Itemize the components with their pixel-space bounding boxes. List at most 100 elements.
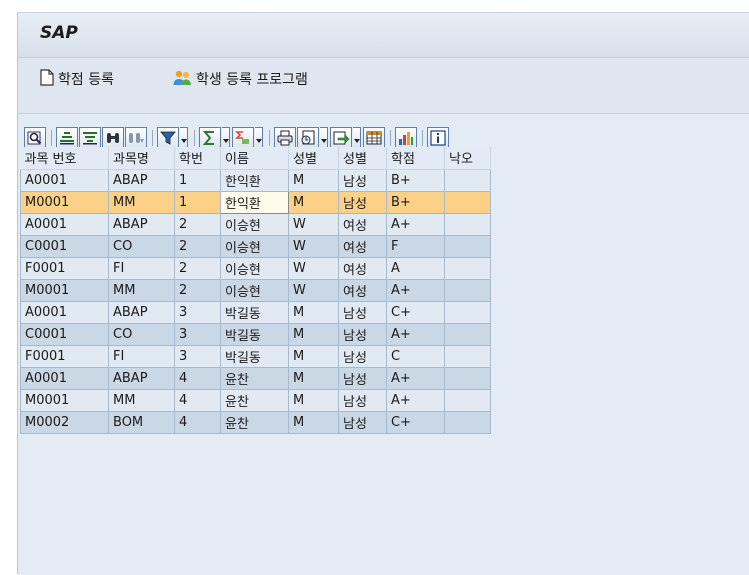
- views-dropdown[interactable]: [320, 127, 328, 149]
- table-row[interactable]: F0001 FI 3 박길동 M 남성 C: [20, 344, 491, 368]
- table-cell[interactable]: [444, 168, 491, 192]
- table-row[interactable]: A0001 ABAP 3 박길동 M 남성 C+: [20, 300, 491, 324]
- table-cell[interactable]: 남성: [338, 322, 387, 346]
- table-cell[interactable]: 이승현: [220, 234, 289, 258]
- subtotal-dropdown[interactable]: [255, 127, 263, 149]
- table-cell[interactable]: ABAP: [108, 168, 175, 192]
- table-cell[interactable]: ABAP: [108, 212, 175, 236]
- table-cell[interactable]: 여성: [338, 234, 387, 258]
- table-cell[interactable]: 남성: [338, 388, 387, 412]
- table-cell[interactable]: A0001: [20, 168, 109, 192]
- filter-icon[interactable]: [157, 127, 179, 149]
- table-cell[interactable]: FI: [108, 256, 175, 280]
- table-cell[interactable]: C+: [386, 410, 445, 434]
- table-cell[interactable]: M: [288, 388, 339, 412]
- graphic-icon[interactable]: [395, 127, 417, 149]
- print-icon[interactable]: [274, 127, 296, 149]
- table-cell[interactable]: [444, 234, 491, 258]
- table-cell[interactable]: A0001: [20, 300, 109, 324]
- table-cell[interactable]: W: [288, 278, 339, 302]
- table-cell[interactable]: C: [386, 344, 445, 368]
- table-cell[interactable]: 4: [174, 410, 221, 434]
- total-dropdown[interactable]: [222, 127, 230, 149]
- table-cell[interactable]: F0001: [20, 344, 109, 368]
- table-cell[interactable]: 2: [174, 234, 221, 258]
- table-row[interactable]: M0001 MM 2 이승현 W 여성 A+: [20, 278, 491, 302]
- export-dropdown[interactable]: [353, 127, 361, 149]
- table-cell[interactable]: [444, 322, 491, 346]
- table-cell[interactable]: 2: [174, 212, 221, 236]
- table-cell[interactable]: 윤찬: [220, 366, 289, 390]
- table-cell[interactable]: [444, 366, 491, 390]
- table-cell[interactable]: [444, 344, 491, 368]
- table-cell[interactable]: M0002: [20, 410, 109, 434]
- table-cell[interactable]: FI: [108, 344, 175, 368]
- table-cell[interactable]: 2: [174, 256, 221, 280]
- table-cell[interactable]: 윤찬: [220, 410, 289, 434]
- table-cell[interactable]: M: [288, 344, 339, 368]
- column-course-name[interactable]: 과목명: [108, 147, 175, 170]
- table-cell[interactable]: B+: [386, 190, 445, 214]
- table-cell[interactable]: [444, 300, 491, 324]
- table-cell[interactable]: M0001: [20, 278, 109, 302]
- table-cell[interactable]: 여성: [338, 256, 387, 280]
- table-cell[interactable]: 박길동: [220, 344, 289, 368]
- subtotal-icon[interactable]: [232, 127, 254, 149]
- table-row[interactable]: F0001 FI 2 이승현 W 여성 A: [20, 256, 491, 280]
- table-cell[interactable]: A+: [386, 366, 445, 390]
- table-cell[interactable]: 여성: [338, 212, 387, 236]
- table-cell[interactable]: 한익환: [220, 168, 289, 192]
- table-cell[interactable]: 남성: [338, 300, 387, 324]
- table-cell[interactable]: [444, 388, 491, 412]
- export-icon[interactable]: [330, 127, 352, 149]
- table-cell[interactable]: A0001: [20, 366, 109, 390]
- table-cell[interactable]: M: [288, 300, 339, 324]
- table-cell[interactable]: ABAP: [108, 300, 175, 324]
- table-cell[interactable]: M0001: [20, 388, 109, 412]
- table-cell[interactable]: C+: [386, 300, 445, 324]
- table-row[interactable]: A0001 ABAP 1 한익환 M 남성 B+: [20, 168, 491, 192]
- table-cell[interactable]: [444, 410, 491, 434]
- table-row[interactable]: M0001 MM 4 윤찬 M 남성 A+: [20, 388, 491, 412]
- column-name[interactable]: 이름: [220, 147, 289, 170]
- table-cell[interactable]: W: [288, 234, 339, 258]
- table-row[interactable]: A0001 ABAP 2 이승현 W 여성 A+: [20, 212, 491, 236]
- table-cell[interactable]: MM: [108, 388, 175, 412]
- table-row[interactable]: A0001 ABAP 4 윤찬 M 남성 A+: [20, 366, 491, 390]
- table-cell[interactable]: B+: [386, 168, 445, 192]
- table-cell[interactable]: 윤찬: [220, 388, 289, 412]
- column-failed[interactable]: 낙오: [444, 147, 491, 170]
- table-cell[interactable]: CO: [108, 322, 175, 346]
- table-cell[interactable]: ABAP: [108, 366, 175, 390]
- table-cell[interactable]: C0001: [20, 234, 109, 258]
- table-cell[interactable]: BOM: [108, 410, 175, 434]
- column-gender-code[interactable]: 성별: [288, 147, 339, 170]
- table-cell[interactable]: 여성: [338, 278, 387, 302]
- table-cell[interactable]: MM: [108, 278, 175, 302]
- table-cell[interactable]: 2: [174, 278, 221, 302]
- find-icon[interactable]: [102, 127, 124, 149]
- table-cell[interactable]: 남성: [338, 410, 387, 434]
- table-cell[interactable]: 3: [174, 300, 221, 324]
- table-cell[interactable]: 4: [174, 388, 221, 412]
- layout-icon[interactable]: [363, 127, 385, 149]
- table-cell[interactable]: A+: [386, 322, 445, 346]
- table-cell[interactable]: 이승현: [220, 256, 289, 280]
- find-next-icon[interactable]: [125, 127, 147, 149]
- views-icon[interactable]: [297, 127, 319, 149]
- table-row[interactable]: C0001 CO 2 이승현 W 여성 F: [20, 234, 491, 258]
- table-cell[interactable]: M: [288, 410, 339, 434]
- table-row[interactable]: C0001 CO 3 박길동 M 남성 A+: [20, 322, 491, 346]
- table-cell[interactable]: A: [386, 256, 445, 280]
- column-student-id[interactable]: 학번: [174, 147, 221, 170]
- table-cell[interactable]: 박길동: [220, 322, 289, 346]
- table-cell[interactable]: 남성: [338, 366, 387, 390]
- sort-ascending-icon[interactable]: [56, 127, 78, 149]
- details-icon[interactable]: [24, 127, 46, 149]
- table-cell[interactable]: A+: [386, 388, 445, 412]
- table-cell[interactable]: CO: [108, 234, 175, 258]
- table-cell[interactable]: 한익환: [220, 190, 289, 214]
- column-course-number[interactable]: 과목 번호: [20, 147, 109, 170]
- table-cell[interactable]: 박길동: [220, 300, 289, 324]
- total-icon[interactable]: [199, 127, 221, 149]
